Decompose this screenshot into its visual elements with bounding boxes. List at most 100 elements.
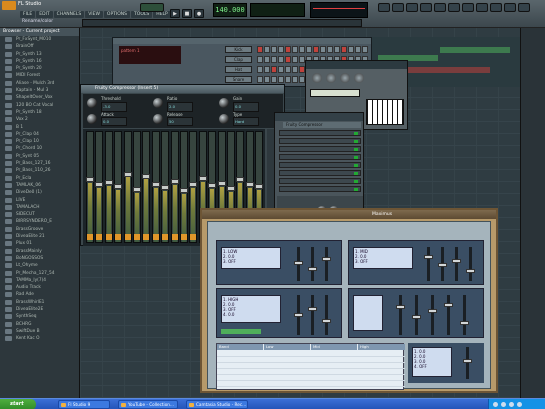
- fader-thumb[interactable]: [236, 177, 245, 182]
- step-button[interactable]: [264, 66, 270, 73]
- tray-icon[interactable]: [493, 402, 498, 407]
- master-fader[interactable]: [444, 295, 453, 335]
- master-fader[interactable]: [428, 295, 437, 335]
- fader-thumb[interactable]: [227, 186, 235, 191]
- view-step-seq-button[interactable]: [392, 3, 404, 12]
- step-button[interactable]: [264, 46, 270, 53]
- mute-indicator-icon[interactable]: [115, 234, 122, 240]
- meter-channel[interactable]: [95, 131, 104, 243]
- meter-channel[interactable]: [114, 131, 123, 243]
- band-fader[interactable]: [322, 295, 331, 335]
- mute-indicator-icon[interactable]: [96, 234, 103, 240]
- fader-thumb[interactable]: [86, 177, 94, 182]
- browser-item[interactable]: SIDECUT: [0, 211, 79, 218]
- mute-indicator-icon[interactable]: [181, 234, 187, 240]
- browser-item[interactable]: Pr_Ecla: [0, 175, 79, 182]
- browser-item[interactable]: Pr_Clap 04: [0, 131, 79, 138]
- fader-thumb[interactable]: [142, 174, 151, 179]
- browser-item[interactable]: Pr_Bass_110_26: [0, 167, 79, 174]
- step-button[interactable]: [257, 46, 263, 53]
- browser-item[interactable]: Pr_Clap 10: [0, 138, 79, 145]
- browser-item[interactable]: BrassGroove: [0, 226, 79, 233]
- table-row[interactable]: [217, 370, 405, 375]
- stop-button[interactable]: ■: [182, 9, 192, 18]
- step-button[interactable]: [271, 56, 277, 63]
- meter-channel[interactable]: [123, 131, 132, 243]
- synth-knob-4[interactable]: [354, 73, 364, 83]
- tool-button-c[interactable]: [476, 3, 488, 12]
- band-fader[interactable]: [294, 247, 303, 281]
- band-fader[interactable]: [452, 247, 461, 281]
- browser-item[interactable]: BrassWhirlE1: [0, 299, 79, 306]
- browser-item[interactable]: DiveDe0 (1): [0, 189, 79, 196]
- channel-name-button[interactable]: Kick: [225, 46, 252, 53]
- mute-indicator-icon[interactable]: [190, 234, 197, 240]
- band-fader[interactable]: [294, 295, 303, 335]
- mute-indicator-icon[interactable]: [124, 234, 131, 240]
- browser-item[interactable]: SynthSeq: [0, 313, 79, 320]
- band-fader[interactable]: [424, 247, 433, 281]
- step-button[interactable]: [285, 66, 291, 73]
- fader-thumb[interactable]: [198, 176, 207, 181]
- browser-item[interactable]: Pr_Chord 10: [0, 145, 79, 152]
- browser-item[interactable]: ShapeItOver_Vox: [0, 94, 79, 101]
- fx-slot[interactable]: [279, 178, 361, 184]
- attack-knob[interactable]: [87, 114, 97, 124]
- fader-thumb[interactable]: [189, 182, 198, 187]
- mute-indicator-icon[interactable]: [87, 234, 93, 240]
- browser-item[interactable]: BrainOff: [0, 43, 79, 50]
- browser-item[interactable]: Pr_FxSynt_M010: [0, 36, 79, 43]
- menu-edit[interactable]: EDIT: [36, 11, 53, 18]
- browser-item[interactable]: Pr_Bass_127_16: [0, 160, 79, 167]
- band-fader[interactable]: [308, 295, 317, 335]
- fader-thumb[interactable]: [180, 188, 188, 193]
- browser-item[interactable]: Vox 2: [0, 116, 79, 123]
- fader-thumb[interactable]: [95, 182, 104, 187]
- step-button[interactable]: [334, 46, 340, 53]
- pattern-mode-button[interactable]: [140, 3, 164, 12]
- band-fader[interactable]: [438, 247, 447, 281]
- meter-channel[interactable]: [189, 131, 198, 243]
- synth-knob-3[interactable]: [340, 73, 350, 83]
- step-button[interactable]: [264, 56, 270, 63]
- fx-slot[interactable]: [279, 146, 361, 152]
- meter-channel[interactable]: [180, 131, 188, 243]
- step-button[interactable]: [278, 76, 284, 83]
- fx-slot[interactable]: [279, 170, 361, 176]
- browser-item[interactable]: TAMLAK_06: [0, 182, 79, 189]
- table-row[interactable]: [217, 358, 405, 363]
- browser-item[interactable]: BIRRSYNDERO_E: [0, 218, 79, 225]
- table-header[interactable]: Band: [217, 344, 263, 350]
- mute-indicator-icon[interactable]: [152, 234, 159, 240]
- tool-button-e[interactable]: [504, 3, 516, 12]
- step-sequencer-titlebar[interactable]: [113, 38, 371, 44]
- taskbar-button-camtasia[interactable]: Camtasia Studio - Rec...: [186, 400, 248, 409]
- mute-indicator-icon[interactable]: [105, 234, 112, 240]
- mute-indicator-icon[interactable]: [134, 234, 140, 240]
- gain-knob[interactable]: [219, 98, 229, 108]
- browser-item[interactable]: B 1: [0, 124, 79, 131]
- menu-view[interactable]: VIEW: [85, 11, 103, 18]
- fx-slot[interactable]: [279, 130, 361, 136]
- browser-item[interactable]: 120 BO Cat Vocal: [0, 102, 79, 109]
- band-fader[interactable]: [466, 247, 475, 281]
- workspace-scrollbar[interactable]: [520, 28, 545, 398]
- master-fader[interactable]: [460, 295, 469, 335]
- browser-item[interactable]: Pr_Synth 13: [0, 51, 79, 58]
- browser-item[interactable]: DiveaElite2E: [0, 306, 79, 313]
- step-button[interactable]: [264, 76, 270, 83]
- tool-button-a[interactable]: [448, 3, 460, 12]
- browser-item[interactable]: LIVE: [0, 197, 79, 204]
- browser-item[interactable]: Audio Track: [0, 284, 79, 291]
- browser-item[interactable]: MIDI Forest: [0, 72, 79, 79]
- step-button[interactable]: [285, 46, 291, 53]
- maximus-title[interactable]: Maximus: [202, 210, 496, 219]
- band-fader[interactable]: [308, 247, 317, 281]
- step-button[interactable]: [355, 46, 361, 53]
- table-row[interactable]: [217, 364, 405, 369]
- fader-thumb[interactable]: [104, 180, 113, 185]
- step-button[interactable]: [292, 66, 298, 73]
- release-knob[interactable]: [153, 114, 163, 124]
- step-button[interactable]: [292, 56, 298, 63]
- synth-knob-1[interactable]: [312, 73, 322, 83]
